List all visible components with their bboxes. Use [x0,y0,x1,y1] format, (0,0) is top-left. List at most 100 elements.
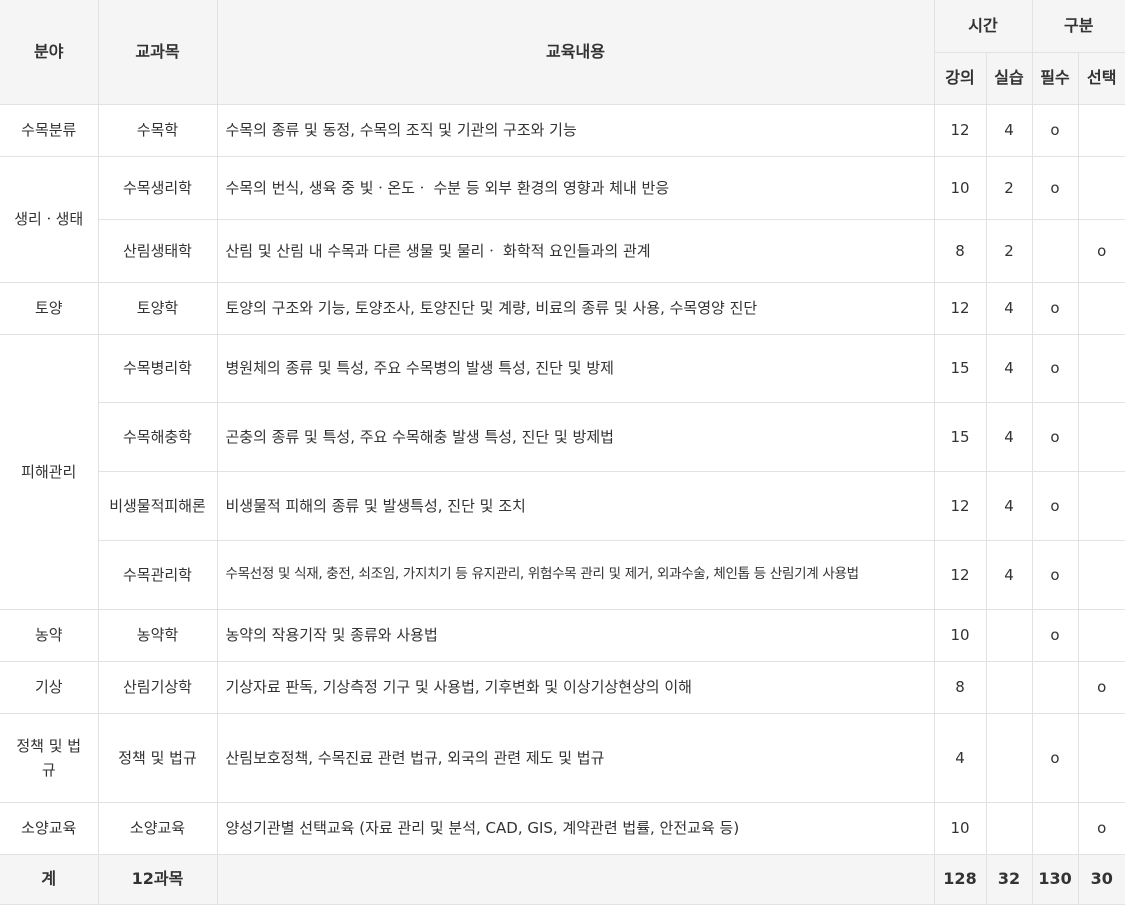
table-row: 정책 및 법규 정책 및 법규 산림보호정책, 수목진료 관련 법규, 외국의 … [0,712,1125,803]
lecture-cell: 10 [933,608,987,662]
total-lecture: 128 [933,853,987,905]
content-cell: 토양의 구조와 기능, 토양조사, 토양진단 및 계량, 비료의 종류 및 사용… [216,281,935,335]
elective-cell [1077,608,1125,662]
content-cell: 산림 및 산림 내 수목과 다른 생물 및 물리ㆍ 화학적 요인들과의 관계 [216,218,935,283]
content-cell: 양성기관별 선택교육 (자료 관리 및 분석, CAD, GIS, 계약관련 법… [216,801,935,855]
content-cell: 농약의 작용기작 및 종류와 사용법 [216,608,935,662]
content-cell: 산림보호정책, 수목진료 관련 법규, 외국의 관련 제도 및 법규 [216,712,935,803]
subject-cell: 토양학 [97,281,218,335]
field-cell: 수목분류 [0,103,99,157]
required-cell: o [1031,401,1079,472]
table-row: 소양교육 소양교육 양성기관별 선택교육 (자료 관리 및 분석, CAD, G… [0,801,1125,855]
required-cell: o [1031,155,1079,220]
practice-cell: 4 [985,103,1033,157]
required-cell [1031,218,1079,283]
practice-cell [985,660,1033,714]
total-row: 계 12과목 128 32 130 30 [0,853,1125,905]
elective-cell [1077,281,1125,335]
practice-cell: 4 [985,333,1033,403]
field-cell: 소양교육 [0,801,99,855]
practice-cell: 4 [985,401,1033,472]
content-cell: 비생물적 피해의 종류 및 발생특성, 진단 및 조치 [216,470,935,541]
table-row: 수목분류 수목학 수목의 종류 및 동정, 수목의 조직 및 기관의 구조와 기… [0,103,1125,157]
subject-cell: 소양교육 [97,801,218,855]
field-cell: 정책 및 법규 [0,712,99,803]
lecture-cell: 4 [933,712,987,803]
required-cell: o [1031,281,1079,335]
lecture-cell: 12 [933,281,987,335]
table-row: 수목해충학 곤충의 종류 및 특성, 주요 수목해충 발생 특성, 진단 및 방… [0,401,1125,472]
practice-cell: 4 [985,470,1033,541]
elective-cell [1077,539,1125,610]
table-row: 수목관리학 수목선정 및 식재, 충전, 쇠조임, 가지치기 등 유지관리, 위… [0,539,1125,610]
content-cell: 수목선정 및 식재, 충전, 쇠조임, 가지치기 등 유지관리, 위험수목 관리… [216,539,935,610]
lecture-cell: 8 [933,218,987,283]
required-cell: o [1031,712,1079,803]
practice-cell [985,712,1033,803]
table-row: 기상 산림기상학 기상자료 판독, 기상측정 기구 및 사용법, 기후변화 및 … [0,660,1125,714]
lecture-cell: 8 [933,660,987,714]
header-subject: 교과목 [97,0,218,105]
lecture-cell: 15 [933,333,987,403]
elective-cell [1077,103,1125,157]
subject-cell: 수목생리학 [97,155,218,220]
required-cell: o [1031,333,1079,403]
content-cell: 곤충의 종류 및 특성, 주요 수목해충 발생 특성, 진단 및 방제법 [216,401,935,472]
field-cell: 토양 [0,281,99,335]
subject-cell: 비생물적피해론 [98,470,218,541]
lecture-cell: 12 [933,539,987,610]
header-time: 시간 [933,0,1033,53]
practice-cell [985,801,1033,855]
practice-cell: 2 [985,218,1033,283]
header-practice: 실습 [985,51,1033,105]
lecture-cell: 12 [933,103,987,157]
elective-cell [1077,712,1125,803]
content-cell: 기상자료 판독, 기상측정 기구 및 사용법, 기후변화 및 이상기상현상의 이… [216,660,935,714]
elective-cell [1077,155,1125,220]
subject-cell: 수목학 [97,103,218,157]
subject-cell: 농약학 [97,608,218,662]
content-cell: 수목의 종류 및 동정, 수목의 조직 및 기관의 구조와 기능 [216,103,935,157]
table-row: 산림생태학 산림 및 산림 내 수목과 다른 생물 및 물리ㆍ 화학적 요인들과… [0,218,1125,283]
subject-cell: 산림생태학 [98,218,218,283]
field-cell: 기상 [0,660,99,714]
table-row: 생리ㆍ생태 수목생리학 수목의 번식, 생육 중 빛ㆍ온도ㆍ 수분 등 외부 환… [0,155,1125,283]
subject-cell: 정책 및 법규 [97,712,218,803]
total-subjects: 12과목 [97,853,218,905]
header-field: 분야 [0,0,99,105]
field-cell: 생리ㆍ생태 [0,155,99,283]
required-cell: o [1031,539,1079,610]
subject-cell: 수목해충학 [98,401,218,472]
elective-cell [1077,401,1125,472]
practice-cell: 4 [985,539,1033,610]
practice-cell: 4 [985,281,1033,335]
header-category: 구분 [1031,0,1125,53]
elective-cell: o [1077,801,1125,855]
required-cell: o [1031,470,1079,541]
table-row: 비생물적피해론 비생물적 피해의 종류 및 발생특성, 진단 및 조치 12 4… [0,470,1125,541]
header-elective: 선택 [1077,51,1125,105]
elective-cell: o [1077,218,1125,283]
content-cell: 수목의 번식, 생육 중 빛ㆍ온도ㆍ 수분 등 외부 환경의 영향과 체내 반응 [216,155,935,220]
practice-cell [985,608,1033,662]
content-cell: 병원체의 종류 및 특성, 주요 수목병의 발생 특성, 진단 및 방제 [216,333,935,403]
subject-cell: 수목병리학 [97,333,218,403]
field-cell: 피해관리 [0,333,99,610]
required-cell: o [1031,103,1079,157]
table-row: 농약 농약학 농약의 작용기작 및 종류와 사용법 10 o [0,608,1125,662]
header-lecture: 강의 [934,51,987,105]
elective-cell [1077,470,1125,541]
field-cell: 농약 [0,608,99,662]
header-content: 교육내용 [216,0,935,105]
total-label: 계 [0,853,99,905]
total-content [216,853,935,905]
elective-cell: o [1077,660,1125,714]
lecture-cell: 10 [933,155,987,220]
curriculum-table: 분야 교과목 교육내용 시간 구분 강의 실습 필수 선택 수목분류 수목학 수… [0,0,1125,905]
practice-cell: 2 [985,155,1033,220]
table-row: 토양 토양학 토양의 구조와 기능, 토양조사, 토양진단 및 계량, 비료의 … [0,281,1125,335]
table-row: 피해관리 수목병리학 병원체의 종류 및 특성, 주요 수목병의 발생 특성, … [0,333,1125,610]
required-cell [1031,660,1079,714]
required-cell [1031,801,1079,855]
subject-cell: 산림기상학 [97,660,218,714]
